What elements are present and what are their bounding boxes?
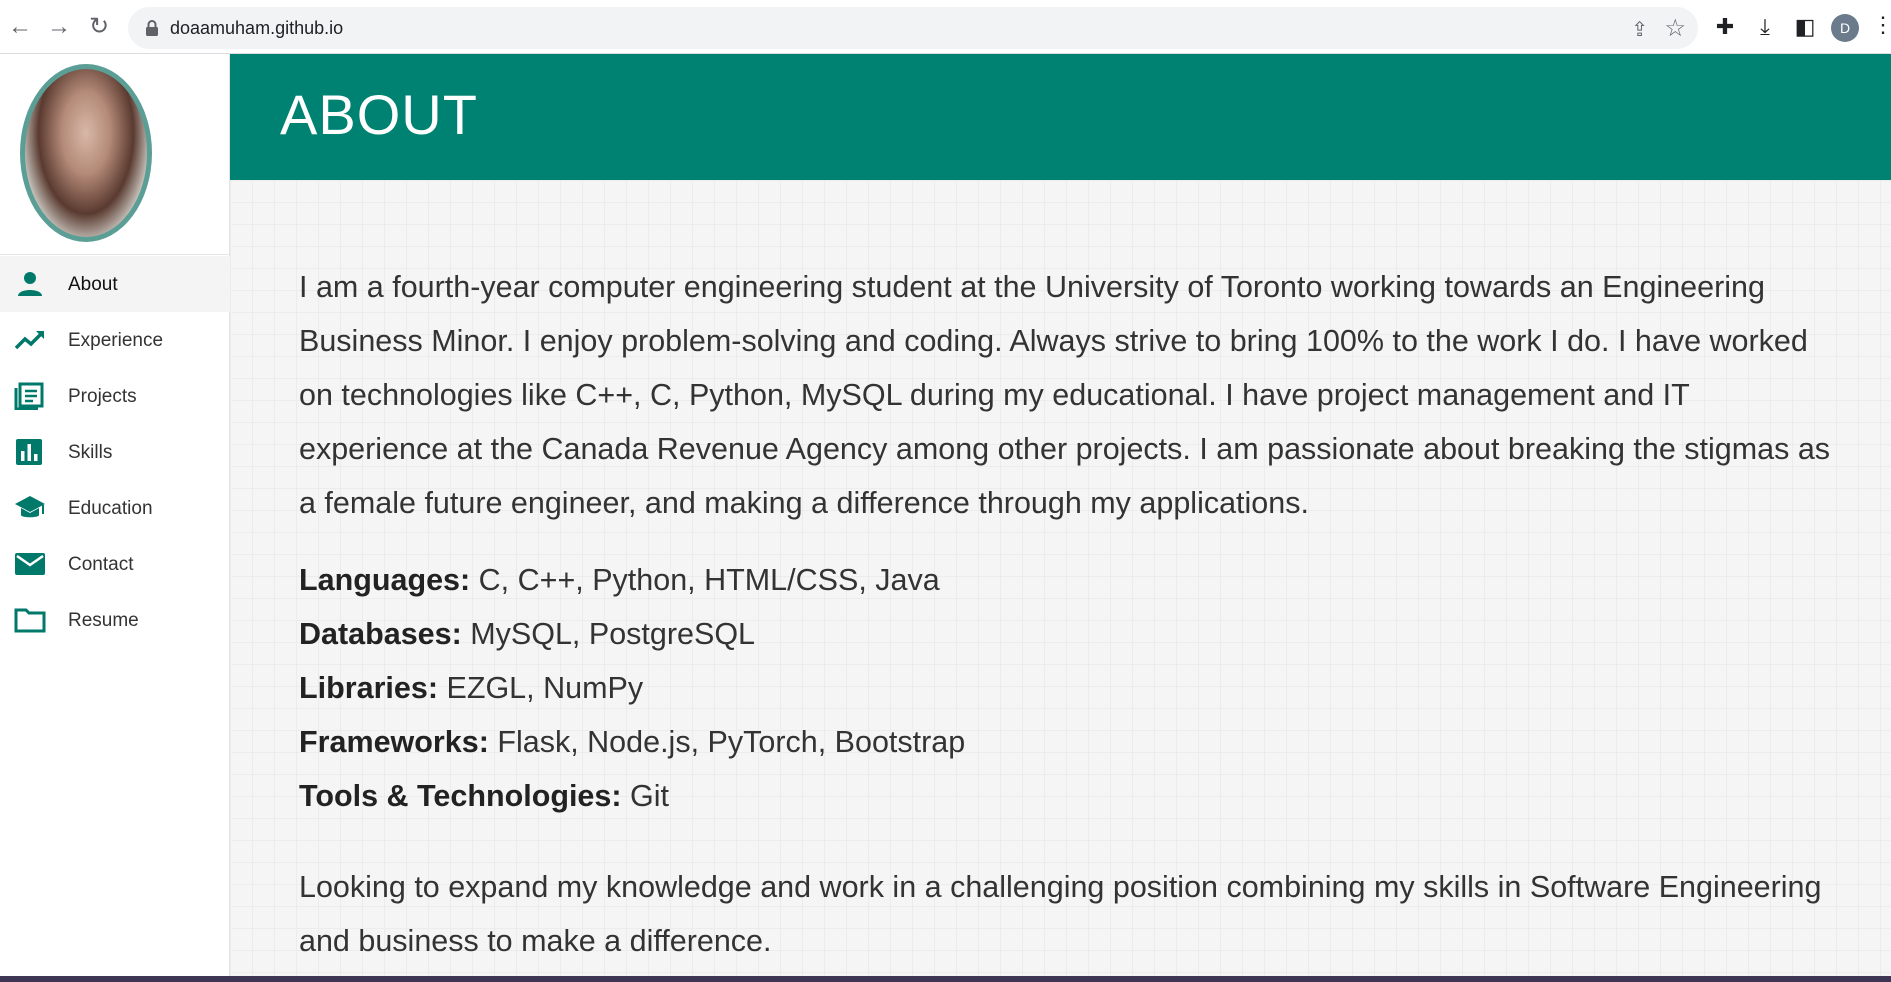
sidebar-item-experience[interactable]: Experience xyxy=(0,312,230,368)
skill-label: Libraries: xyxy=(299,671,438,705)
skill-value: EZGL, NumPy xyxy=(438,671,644,705)
sidebar-item-label: Resume xyxy=(68,610,139,631)
sidebar-item-skills[interactable]: Skills xyxy=(0,424,230,480)
sidebar-item-about[interactable]: About xyxy=(0,256,230,312)
list-icon xyxy=(14,382,44,410)
sidebar-item-contact[interactable]: Contact xyxy=(0,536,230,592)
sidebar-item-label: Experience xyxy=(68,330,164,351)
skill-row-frameworks: Frameworks: Flask, Node.js, PyTorch, Boo… xyxy=(299,725,965,760)
about-closing: Looking to expand my knowledge and work … xyxy=(299,870,1822,958)
sidebar-item-education[interactable]: Education xyxy=(0,480,230,536)
profile-avatar[interactable]: D xyxy=(1831,14,1859,42)
skill-label: Frameworks: xyxy=(299,725,489,759)
share-icon[interactable]: ⇪ xyxy=(1631,17,1648,42)
sidebar-item-label: Skills xyxy=(68,442,113,463)
sidebar-item-label: Contact xyxy=(68,554,134,575)
forward-arrow-icon[interactable]: → xyxy=(44,12,74,42)
sidebar-item-projects[interactable]: Projects xyxy=(0,368,230,424)
sidebar-item-resume[interactable]: Resume xyxy=(0,592,230,648)
taskbar-edge xyxy=(0,976,1891,982)
skill-row-languages: Languages: C, C++, Python, HTML/CSS, Jav… xyxy=(299,563,940,598)
skill-value: MySQL, PostgreSQL xyxy=(461,617,755,651)
reload-icon[interactable]: ↻ xyxy=(84,12,114,42)
skill-label: Tools & Technologies: xyxy=(299,779,622,813)
address-bar[interactable]: doaamuham.github.io ⇪ ☆ xyxy=(128,7,1698,49)
back-arrow-icon[interactable]: ← xyxy=(5,12,35,42)
skill-row-tools: Tools & Technologies: Git xyxy=(299,779,669,814)
about-content: I am a fourth-year computer engineering … xyxy=(230,180,1891,976)
skill-value: Git xyxy=(621,779,669,813)
page-title: ABOUT xyxy=(280,83,478,146)
page-header: ABOUT xyxy=(230,54,1891,180)
profile-photo xyxy=(20,64,152,242)
bar-chart-icon xyxy=(16,439,42,465)
skill-label: Languages: xyxy=(299,563,471,597)
url-text: doaamuham.github.io xyxy=(170,18,344,38)
sidebar-divider xyxy=(0,254,230,255)
side-panel-icon[interactable]: ◧ xyxy=(1790,12,1820,42)
browser-toolbar: ← → ↻ doaamuham.github.io ⇪ ☆ ✚ ⤓ ◧ D ⋮ xyxy=(0,0,1891,54)
bookmark-star-icon[interactable]: ☆ xyxy=(1664,14,1686,43)
download-icon[interactable]: ⤓ xyxy=(1750,12,1780,42)
sidebar-item-label: About xyxy=(68,274,118,295)
graduation-cap-icon xyxy=(15,496,45,518)
mail-icon xyxy=(15,553,45,575)
person-icon xyxy=(18,272,42,296)
lock-icon xyxy=(146,20,158,36)
about-intro: I am a fourth-year computer engineering … xyxy=(299,270,1831,520)
skill-label: Databases: xyxy=(299,617,462,651)
sidebar: About Experience Projects Skills Educati… xyxy=(0,54,230,976)
extensions-icon[interactable]: ✚ xyxy=(1710,12,1740,42)
skill-row-libraries: Libraries: EZGL, NumPy xyxy=(299,671,643,706)
more-menu-icon[interactable]: ⋮ xyxy=(1872,12,1891,38)
trending-up-icon xyxy=(14,331,44,350)
skill-value: C, C++, Python, HTML/CSS, Java xyxy=(470,563,940,597)
sidebar-item-label: Projects xyxy=(68,386,137,407)
skill-value: Flask, Node.js, PyTorch, Bootstrap xyxy=(488,725,966,759)
skill-row-databases: Databases: MySQL, PostgreSQL xyxy=(299,617,755,652)
folder-icon xyxy=(14,608,46,633)
sidebar-item-label: Education xyxy=(68,498,153,519)
